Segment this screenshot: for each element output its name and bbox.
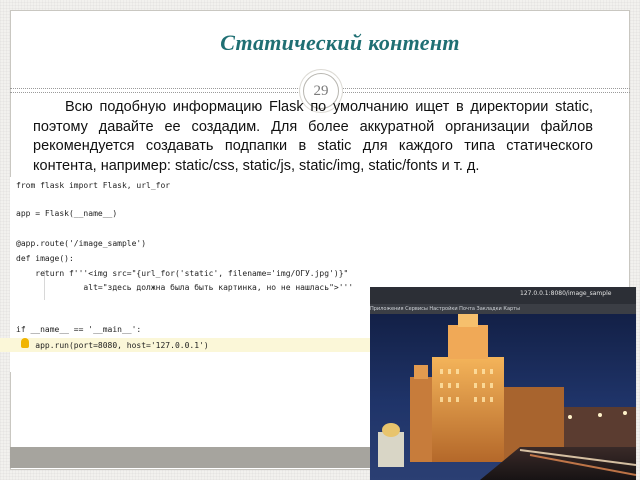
browser-bookmarks-bar: Приложения Сервисы Настройки Почта Закла… (370, 304, 636, 314)
body-paragraph: Всю подобную информацию Flask по умолчан… (33, 99, 593, 174)
slide-title: Статический контент (220, 30, 460, 55)
browser-screenshot: 127.0.0.1:8080/image_sample Приложения С… (370, 287, 636, 480)
code-line: from flask import Flask, url_for (16, 181, 171, 190)
code-line: return f'''<img src="{url_for('static', … (16, 269, 349, 278)
code-line: def image(): (16, 254, 74, 263)
code-line-highlighted: app.run(port=8080, host='127.0.0.1') (16, 341, 209, 350)
code-line: app = Flask(__name__) (16, 209, 118, 218)
slide: Статический контент 29 Всю подобную инфо… (0, 0, 640, 480)
browser-address-bar: 127.0.0.1:8080/image_sample (370, 287, 636, 304)
code-line: @app.route('/image_sample') (16, 239, 147, 248)
browser-url[interactable]: 127.0.0.1:8080/image_sample (520, 290, 630, 297)
code-line: alt="здесь должна была быть картинка, но… (16, 283, 354, 292)
building-photo (370, 287, 636, 480)
code-line: if __name__ == '__main__': (16, 325, 142, 334)
